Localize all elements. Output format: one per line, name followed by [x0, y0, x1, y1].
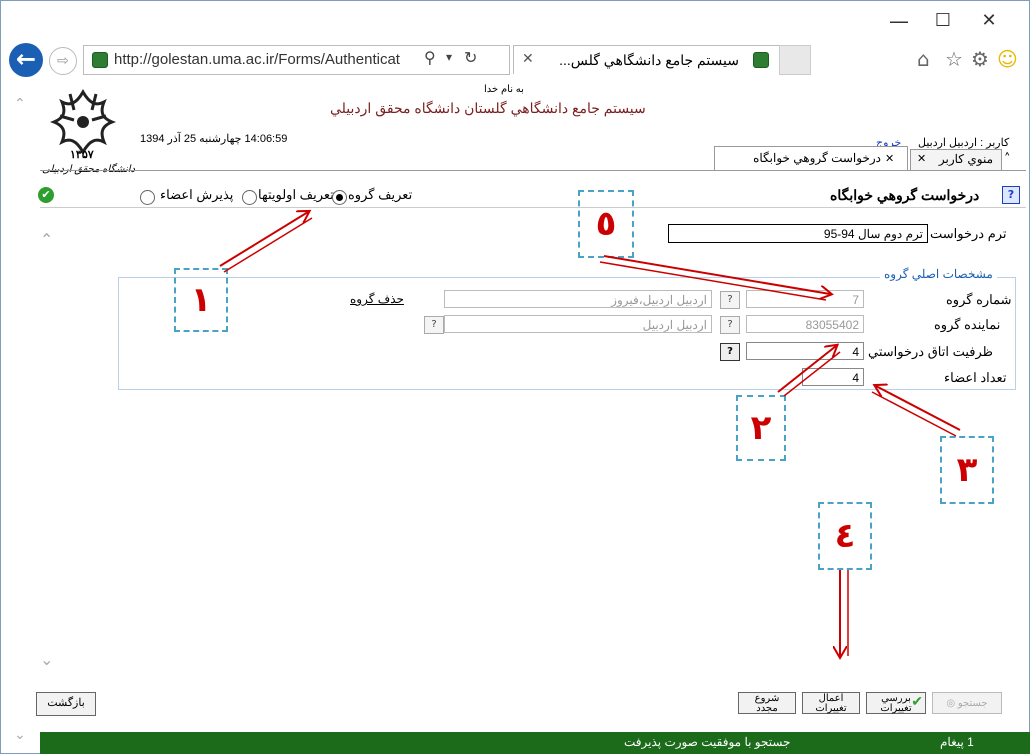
message-count[interactable]: 1 پيغام — [940, 735, 974, 749]
search-button[interactable]: ◎ جستجو — [932, 692, 1002, 714]
back-button[interactable]: بازگشت — [36, 692, 96, 716]
arrow-1 — [219, 212, 308, 267]
apply-changes-button[interactable]: اعمال تغييرات — [802, 692, 860, 714]
restart-label-2: مجدد — [756, 703, 778, 714]
arrow-3 — [876, 386, 961, 431]
arrow-5 — [603, 255, 830, 294]
apply-label-2: تغييرات — [815, 703, 847, 714]
restart-button[interactable]: شروع مجدد — [738, 692, 796, 714]
review-check-icon: ✔ — [911, 693, 923, 709]
review-changes-button[interactable]: ✔ بررسي تغييرات — [866, 692, 926, 714]
binoculars-icon: ◎ — [946, 698, 956, 709]
search-button-label: جستجو — [957, 698, 988, 709]
annotation-arrows — [219, 0, 961, 754]
status-bar: جستجو با موفقيت صورت پذيرفت 1 پيغام — [40, 732, 1030, 754]
status-message: جستجو با موفقيت صورت پذيرفت — [624, 735, 791, 749]
arrow-2 — [777, 346, 836, 393]
back-button-label: بازگشت — [47, 697, 85, 709]
